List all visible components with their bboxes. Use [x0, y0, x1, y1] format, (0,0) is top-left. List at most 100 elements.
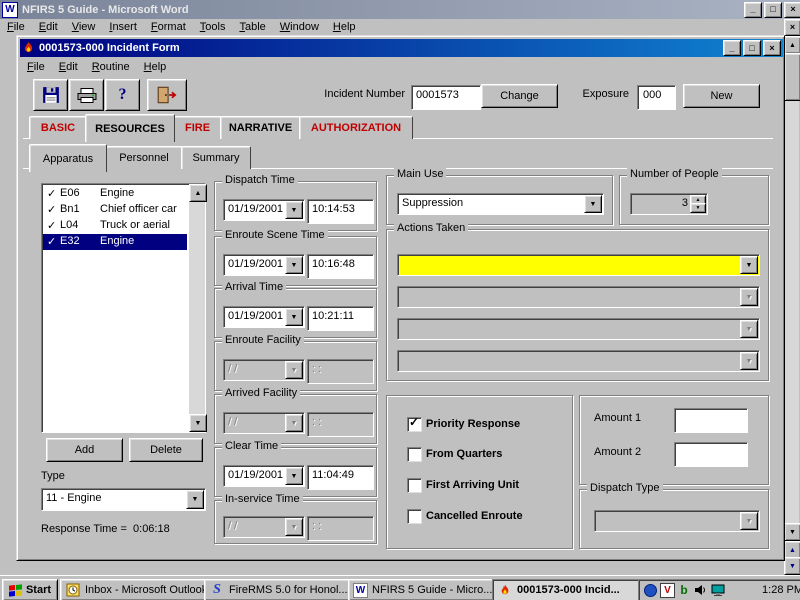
listbox-scrollbar[interactable]: ▲ ▼	[189, 184, 205, 432]
dialog-menu-edit[interactable]: Edit	[52, 59, 85, 75]
list-item-e06[interactable]: ✓ E06 Engine	[43, 186, 187, 202]
browse-next-button[interactable]: ▼	[784, 557, 800, 575]
change-button[interactable]: Change	[481, 84, 558, 108]
tab-fire[interactable]: FIRE	[173, 116, 222, 139]
dropdown-arrow-button[interactable]: ▼	[285, 256, 303, 274]
word-vertical-scrollbar[interactable]: ▲ ▼ ▲ ▼	[784, 36, 799, 575]
amount2-field[interactable]	[674, 442, 748, 467]
print-button[interactable]	[69, 79, 104, 111]
clear-time-field[interactable]: 11:04:49	[307, 465, 374, 490]
clear-date-select[interactable]: 01/19/2001 ▼	[223, 465, 305, 487]
taskbar-task-incident-form[interactable]: 0001573-000 Incid...	[492, 579, 644, 600]
exposure-field[interactable]: 000	[637, 85, 676, 110]
new-button[interactable]: New	[683, 84, 760, 108]
enroute-scene-date-select[interactable]: 01/19/2001 ▼	[223, 254, 305, 276]
word-minimize-button[interactable]: _	[744, 2, 762, 18]
word-menu-help[interactable]: Help	[326, 19, 363, 35]
apparatus-listbox[interactable]: ✓ E06 Engine ✓ Bn1 Chief officer car ✓ L…	[41, 183, 206, 433]
word-document-close-button[interactable]: ×	[784, 19, 800, 36]
scroll-down-button[interactable]: ▼	[189, 414, 207, 432]
save-icon	[42, 86, 60, 104]
arrival-time-field[interactable]: 10:21:11	[307, 306, 374, 331]
group-label: Dispatch Type	[587, 482, 663, 495]
add-button[interactable]: Add	[46, 438, 123, 462]
arrival-date-select[interactable]: 01/19/2001 ▼	[223, 306, 305, 328]
save-button[interactable]	[33, 79, 68, 111]
tray-icon-blue-app[interactable]	[644, 582, 657, 598]
response-time-text: Response Time = 0:06:18	[41, 523, 170, 535]
dropdown-arrow-button[interactable]: ▼	[584, 195, 602, 213]
word-menu-tools[interactable]: Tools	[193, 19, 233, 35]
word-menu-table[interactable]: Table	[232, 19, 272, 35]
type-select[interactable]: 11 - Engine ▼	[41, 488, 206, 511]
exit-button[interactable]	[147, 79, 187, 111]
first-arriving-unit-checkbox[interactable]	[407, 478, 422, 493]
actions-taken-select-4: ▼	[397, 350, 760, 372]
tray-icon-antivirus[interactable]: V	[660, 583, 675, 598]
actions-taken-value-2	[402, 290, 740, 303]
enroute-scene-time-field[interactable]: 10:16:48	[307, 254, 374, 279]
dropdown-arrow-button[interactable]: ▼	[740, 256, 758, 274]
priority-response-checkbox[interactable]: ✓	[407, 417, 422, 432]
word-menu-insert[interactable]: Insert	[102, 19, 144, 35]
list-item-l04[interactable]: ✓ L04 Truck or aerial	[43, 218, 187, 234]
spin-down-button[interactable]: ▼	[690, 203, 706, 213]
actions-taken-select-1[interactable]: ▼	[397, 254, 760, 276]
cancelled-enroute-checkbox[interactable]	[407, 509, 422, 524]
dropdown-arrow-button[interactable]: ▼	[285, 467, 303, 485]
dropdown-arrow-button[interactable]: ▼	[186, 490, 204, 509]
tab-authorization[interactable]: AUTHORIZATION	[299, 116, 413, 139]
incident-number-value: 0001573	[416, 89, 459, 101]
dialog-minimize-button[interactable]: _	[723, 40, 741, 56]
scrollbar-thumb[interactable]	[784, 53, 800, 101]
taskbar-task-firerms[interactable]: S FireRMS 5.0 for Honol...	[204, 579, 354, 600]
dialog-menu-file[interactable]: File	[20, 59, 52, 75]
word-menu-file[interactable]: File	[0, 19, 32, 35]
dispatch-date-select[interactable]: 01/19/2001 ▼	[223, 199, 305, 221]
dialog-titlebar[interactable]: 0001573-000 Incident Form _ □ ×	[20, 39, 783, 57]
tray-icon-green-app[interactable]: b	[678, 582, 690, 598]
incident-number-field[interactable]: 0001573	[411, 85, 481, 110]
from-quarters-checkbox[interactable]	[407, 447, 422, 462]
tray-display-icon[interactable]	[710, 582, 725, 598]
dialog-close-button[interactable]: ×	[763, 40, 781, 56]
dropdown-arrow-button[interactable]: ▼	[285, 308, 303, 326]
list-item-bn1[interactable]: ✓ Bn1 Chief officer car	[43, 202, 187, 218]
dialog-maximize-button[interactable]: □	[743, 40, 761, 56]
scroll-down-button[interactable]: ▼	[784, 523, 800, 541]
dialog-menu-routine[interactable]: Routine	[85, 59, 137, 75]
subtab-apparatus[interactable]: Apparatus	[29, 144, 107, 172]
tab-basic[interactable]: BASIC	[29, 116, 87, 139]
amount1-field[interactable]	[674, 408, 748, 433]
number-of-people-field[interactable]: 3 ▲ ▼	[630, 193, 708, 215]
apparatus-desc: Chief officer car	[100, 203, 177, 215]
taskbar-task-outlook[interactable]: Inbox - Microsoft Outlook	[60, 579, 210, 600]
tab-resources[interactable]: RESOURCES	[85, 114, 175, 142]
dropdown-arrow-button[interactable]: ▼	[285, 201, 303, 219]
word-menu-view[interactable]: View	[65, 19, 103, 35]
word-close-button[interactable]: ×	[784, 2, 800, 18]
apparatus-desc: Engine	[100, 235, 134, 247]
list-item-e32-selected[interactable]: ✓ E32 Engine	[43, 234, 187, 250]
tab-narrative[interactable]: NARRATIVE	[220, 116, 301, 139]
tray-volume-icon[interactable]	[693, 582, 707, 598]
word-menu-format[interactable]: Format	[144, 19, 193, 35]
word-menu-window[interactable]: Window	[273, 19, 326, 35]
subtab-personnel[interactable]: Personnel	[105, 146, 183, 169]
dispatch-time-field[interactable]: 10:14:53	[307, 199, 374, 224]
dialog-menu-help[interactable]: Help	[137, 59, 174, 75]
word-menu-edit[interactable]: Edit	[32, 19, 65, 35]
help-icon: ?	[119, 86, 127, 104]
word-restore-button[interactable]: □	[764, 2, 782, 18]
subtab-summary[interactable]: Summary	[181, 146, 251, 169]
start-button[interactable]: Start	[2, 579, 58, 600]
main-use-select[interactable]: Suppression ▼	[397, 193, 604, 215]
taskbar-task-word[interactable]: W NFIRS 5 Guide - Micro...	[348, 579, 498, 600]
scroll-up-button[interactable]: ▲	[189, 184, 207, 202]
check-icon: ✓	[47, 219, 56, 232]
delete-button[interactable]: Delete	[129, 438, 203, 462]
scroll-up-button[interactable]: ▲	[784, 36, 800, 54]
help-button[interactable]: ?	[105, 79, 140, 111]
spin-down-icon: ▼	[696, 206, 701, 211]
word-icon: W	[353, 583, 368, 598]
